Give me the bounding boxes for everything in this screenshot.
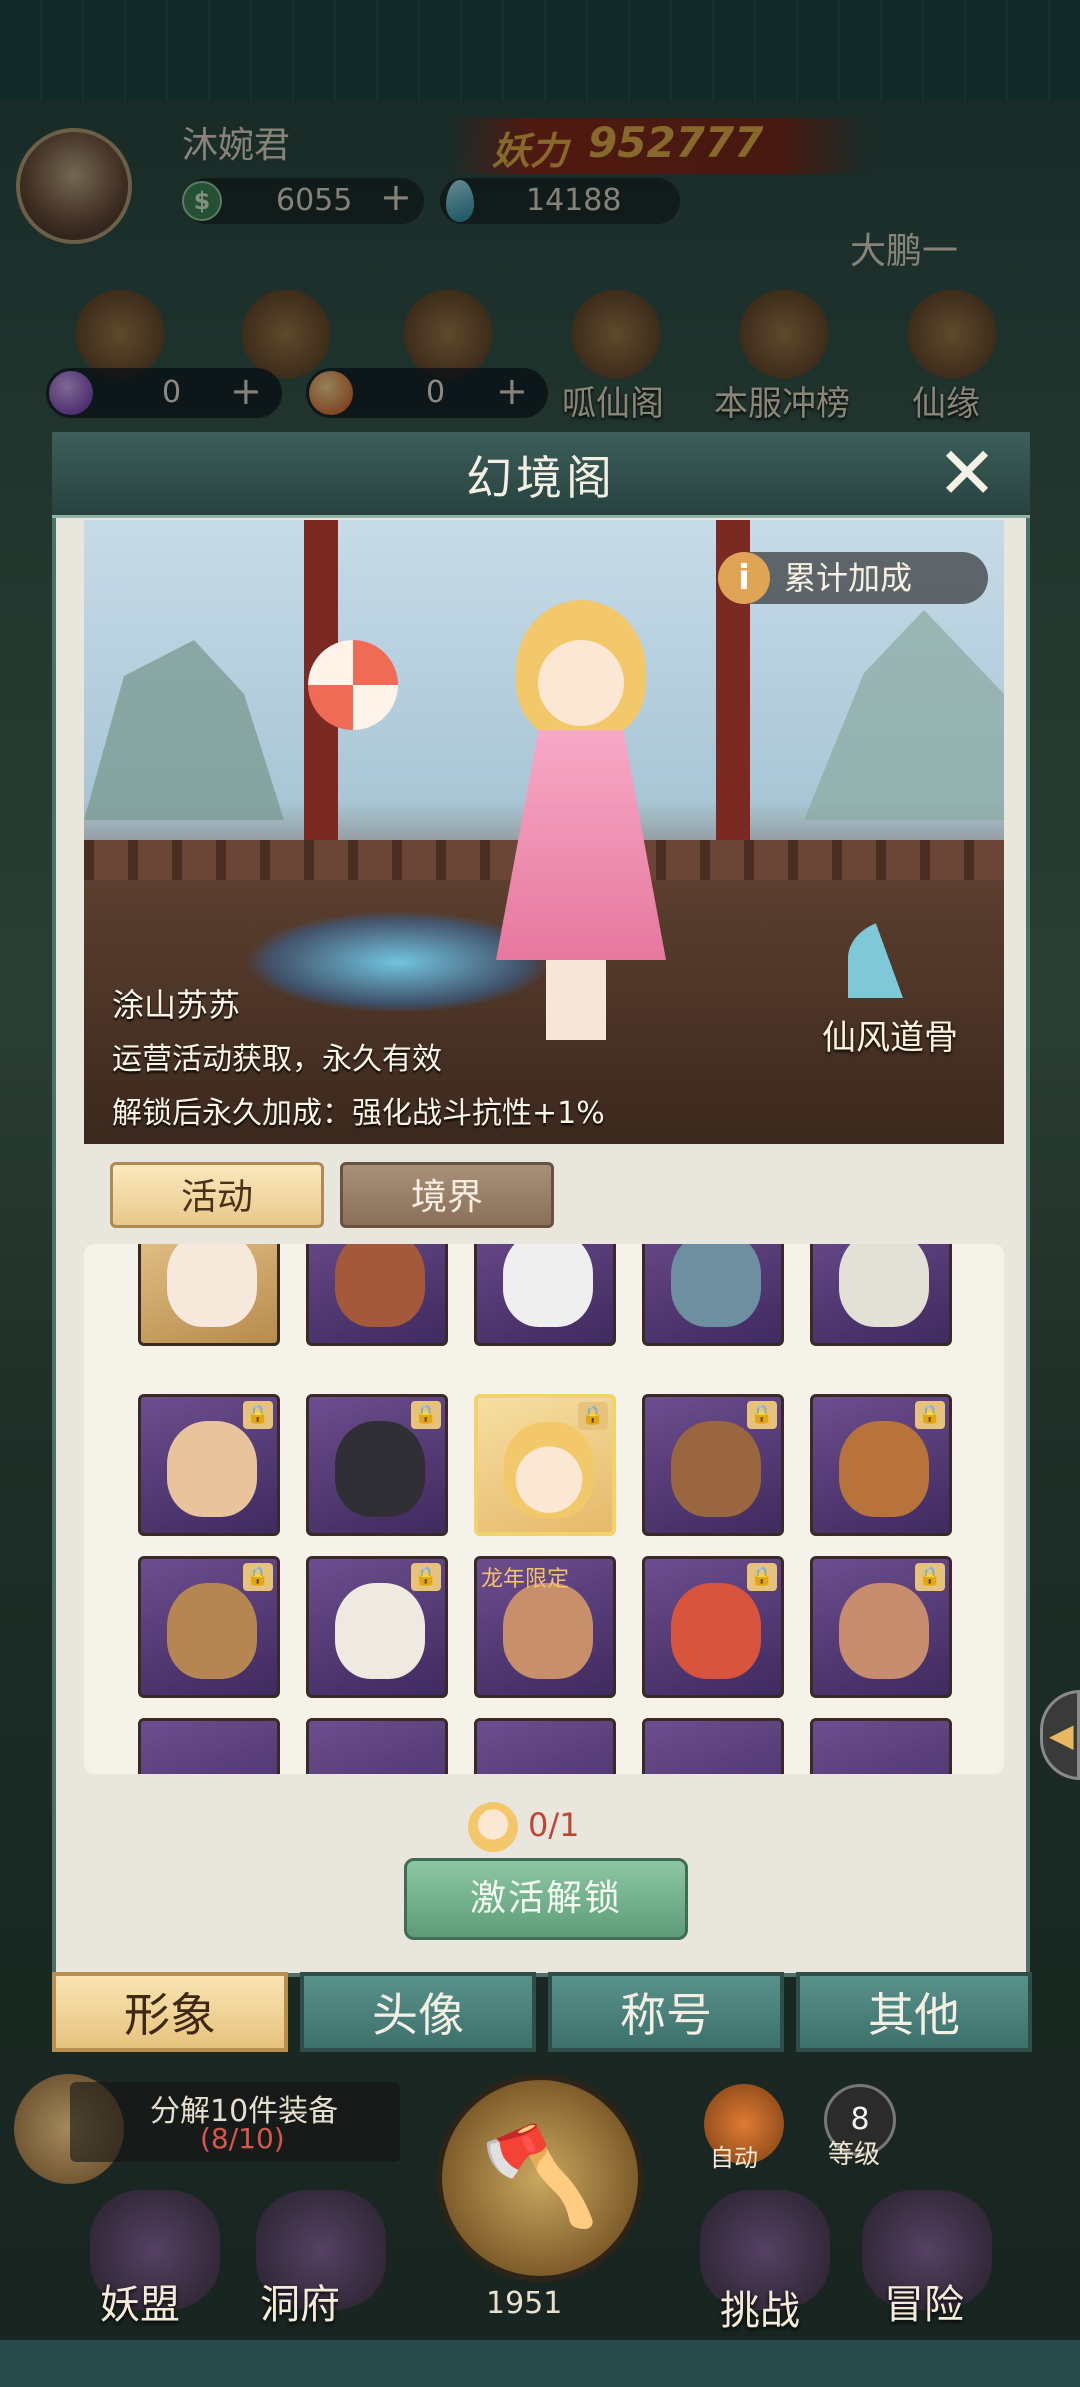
fan-icon[interactable] xyxy=(848,918,958,998)
mountain-left xyxy=(84,640,284,820)
skin-cell[interactable]: 🔒 xyxy=(810,1556,952,1698)
bottom-strip xyxy=(0,2340,1080,2387)
skin-cell[interactable]: 🔒 xyxy=(810,1394,952,1536)
hero-robe xyxy=(496,730,666,960)
lock-icon: 🔒 xyxy=(411,1401,441,1429)
skin-source: 运营活动获取，永久有效 xyxy=(112,1042,442,1077)
level-label: 等级 xyxy=(828,2140,881,2170)
axe-icon: 🪓 xyxy=(480,2120,600,2232)
skin-cell[interactable] xyxy=(474,1244,616,1346)
category-other[interactable]: 其他 xyxy=(796,1972,1032,2052)
hero-legs xyxy=(546,960,606,1040)
skin-cell[interactable] xyxy=(306,1244,448,1346)
skin-cell[interactable]: 🔒 xyxy=(306,1556,448,1698)
skin-grid: 🔒 🔒 🔒 🔒 🔒 🔒 🔒 龙年限定 🔒 🔒 xyxy=(84,1244,1004,1774)
lollipop-icon xyxy=(308,640,398,730)
mountain-right xyxy=(804,610,1004,820)
category-appearance[interactable]: 形象 xyxy=(52,1972,288,2052)
limited-label: 龙年限定 xyxy=(481,1567,570,1592)
skin-cell[interactable] xyxy=(810,1244,952,1346)
tab-activity[interactable]: 活动 xyxy=(110,1162,324,1228)
lock-icon: 🔒 xyxy=(578,1402,608,1430)
skin-cell[interactable]: 🔒 xyxy=(138,1556,280,1698)
skin-cell[interactable] xyxy=(138,1244,280,1346)
nav-cave[interactable]: 洞府 xyxy=(260,2272,340,2330)
hero-face xyxy=(538,640,624,726)
skin-cell-limited[interactable]: 龙年限定 xyxy=(474,1556,616,1698)
quest-progress: (8/10) xyxy=(200,2122,285,2155)
skin-cell[interactable]: 🔒 xyxy=(642,1394,784,1536)
skin-cell[interactable] xyxy=(474,1718,616,1774)
character-token-icon xyxy=(468,1802,518,1852)
lock-icon: 🔒 xyxy=(747,1401,777,1429)
lock-icon: 🔒 xyxy=(243,1401,273,1429)
exp-counter: 1951 xyxy=(486,2286,563,2321)
skin-cell[interactable] xyxy=(306,1718,448,1774)
lock-icon: 🔒 xyxy=(915,1401,945,1429)
activate-unlock-button[interactable]: 激活解锁 xyxy=(404,1858,688,1940)
auto-label: 自动 xyxy=(710,2144,758,2172)
unlock-progress: 0/1 xyxy=(528,1806,580,1844)
skin-cell[interactable] xyxy=(810,1718,952,1774)
info-icon[interactable]: i xyxy=(718,552,770,604)
skin-cell[interactable] xyxy=(642,1244,784,1346)
nav-alliance[interactable]: 妖盟 xyxy=(100,2272,180,2330)
lock-icon: 🔒 xyxy=(411,1563,441,1591)
skin-cell[interactable] xyxy=(642,1718,784,1774)
skin-cell-selected[interactable]: 🔒 xyxy=(474,1394,616,1536)
skin-cell[interactable]: 🔒 xyxy=(642,1556,784,1698)
nav-adventure[interactable]: 冒险 xyxy=(884,2272,964,2330)
skin-cell[interactable] xyxy=(138,1718,280,1774)
skin-bonus: 解锁后永久加成：强化战斗抗性+1% xyxy=(112,1096,605,1131)
lock-icon: 🔒 xyxy=(243,1563,273,1591)
skin-cell[interactable]: 🔒 xyxy=(306,1394,448,1536)
set-name-label[interactable]: 仙风道骨 xyxy=(822,1010,958,1059)
skin-cell[interactable]: 🔒 xyxy=(138,1394,280,1536)
skin-name: 涂山苏苏 xyxy=(112,986,241,1024)
tab-realm[interactable]: 境界 xyxy=(340,1162,554,1228)
lock-icon: 🔒 xyxy=(747,1563,777,1591)
category-avatar[interactable]: 头像 xyxy=(300,1972,536,2052)
nav-challenge[interactable]: 挑战 xyxy=(720,2278,800,2336)
panel-title: 幻境阁 xyxy=(466,451,616,505)
character-preview xyxy=(476,580,676,1050)
lock-icon: 🔒 xyxy=(915,1563,945,1591)
category-title[interactable]: 称号 xyxy=(548,1972,784,2052)
close-button[interactable]: ✕ xyxy=(932,437,1002,509)
